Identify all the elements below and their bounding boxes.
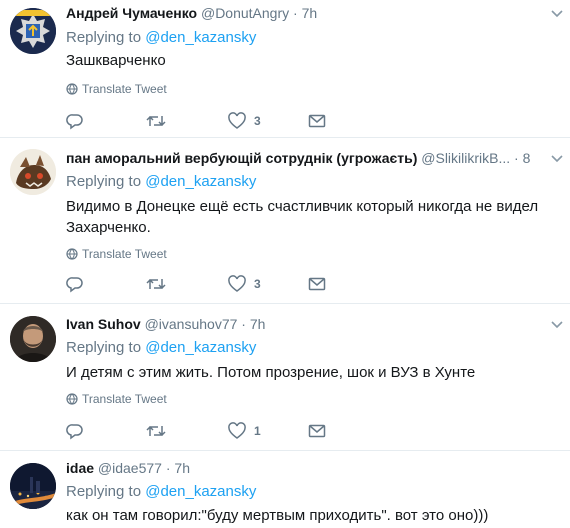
tweet[interactable]: Ivan Suhov @ivansuhov77 · 7h Replying to… bbox=[0, 304, 570, 451]
chevron-down-icon[interactable] bbox=[550, 319, 564, 329]
user-handle[interactable]: @idae577 bbox=[98, 460, 162, 476]
separator-dot: · bbox=[165, 460, 171, 476]
like-button[interactable]: 3 bbox=[228, 111, 261, 131]
avatar[interactable] bbox=[10, 8, 56, 54]
avatar[interactable] bbox=[10, 149, 56, 195]
user-handle[interactable]: @DonutAngry bbox=[201, 5, 289, 21]
translate-tweet-link[interactable]: Translate Tweet bbox=[66, 246, 167, 262]
display-name[interactable]: Ivan Suhov bbox=[66, 316, 141, 332]
replying-to: Replying to @den_kazansky bbox=[66, 338, 256, 358]
message-button[interactable] bbox=[308, 274, 326, 294]
retweet-icon bbox=[146, 278, 166, 290]
tweet-actions: 1 bbox=[66, 421, 426, 441]
mention-link[interactable]: @den_kazansky bbox=[145, 29, 256, 46]
tweet[interactable]: Андрей Чумаченко @DonutAngry · 7h Replyi… bbox=[0, 0, 570, 137]
translate-label: Translate Tweet bbox=[82, 82, 167, 96]
portrait-avatar-icon bbox=[10, 316, 56, 362]
timestamp[interactable]: 7h bbox=[174, 460, 190, 476]
display-name[interactable]: Андрей Чумаченко bbox=[66, 5, 197, 21]
separator-dot: · bbox=[241, 316, 246, 332]
envelope-icon bbox=[308, 277, 326, 291]
envelope-icon bbox=[308, 114, 326, 128]
tweet-text: Зашкварченко bbox=[66, 52, 166, 69]
tweet-text: И детям с этим жить. Потом прозрение, шо… bbox=[66, 364, 476, 381]
reply-button[interactable] bbox=[66, 274, 84, 294]
reply-button[interactable] bbox=[66, 111, 84, 131]
retweet-button[interactable] bbox=[146, 274, 166, 294]
city-night-avatar-icon bbox=[10, 463, 56, 509]
timestamp[interactable]: 7h bbox=[250, 316, 266, 332]
reply-icon bbox=[66, 277, 83, 293]
mention-link[interactable]: @den_kazansky bbox=[145, 483, 256, 500]
translate-label: Translate Tweet bbox=[82, 247, 167, 261]
like-button[interactable]: 1 bbox=[228, 421, 261, 441]
reply-button[interactable] bbox=[66, 421, 84, 441]
timestamp[interactable]: 8h bbox=[523, 150, 530, 166]
user-handle[interactable]: @SlikilikrikB... bbox=[421, 150, 510, 166]
replying-to: Replying to @den_kazansky bbox=[66, 28, 256, 48]
replying-to-label: Replying to bbox=[66, 483, 142, 500]
envelope-icon bbox=[308, 424, 326, 438]
replying-to: Replying to @den_kazansky bbox=[66, 482, 256, 502]
message-button[interactable] bbox=[308, 421, 326, 441]
globe-icon bbox=[66, 248, 78, 260]
user-handle[interactable]: @ivansuhov77 bbox=[145, 316, 238, 332]
chevron-down-icon[interactable] bbox=[550, 8, 564, 18]
tweet-text: как он там говорил:"буду мертвым приходи… bbox=[66, 507, 489, 524]
replying-to-label: Replying to bbox=[66, 29, 142, 46]
globe-icon bbox=[66, 83, 78, 95]
timestamp[interactable]: 7h bbox=[302, 5, 318, 21]
retweet-icon bbox=[146, 115, 166, 127]
retweet-button[interactable] bbox=[146, 421, 166, 441]
tweet-actions: 3 bbox=[66, 111, 426, 131]
heart-icon bbox=[228, 112, 246, 129]
like-count: 1 bbox=[254, 424, 261, 438]
translate-tweet-link[interactable]: Translate Tweet bbox=[66, 391, 167, 407]
like-count: 3 bbox=[254, 114, 261, 128]
avatar[interactable] bbox=[10, 316, 56, 362]
replying-to-label: Replying to bbox=[66, 173, 142, 190]
message-button[interactable] bbox=[308, 111, 326, 131]
avatar[interactable] bbox=[10, 463, 56, 509]
translate-tweet-link[interactable]: Translate Tweet bbox=[66, 81, 167, 97]
tweet[interactable]: idae @idae577 · 7h Replying to @den_kaza… bbox=[0, 451, 570, 528]
tweet-text: Видимо в Донецке ещё есть счастливчик ко… bbox=[66, 198, 539, 236]
separator-dot: · bbox=[514, 150, 519, 166]
reply-icon bbox=[66, 424, 83, 440]
retweet-icon bbox=[146, 425, 166, 437]
heart-icon bbox=[228, 422, 246, 439]
separator-dot: · bbox=[293, 5, 298, 21]
display-name[interactable]: idae bbox=[66, 460, 94, 476]
replying-to: Replying to @den_kazansky bbox=[66, 172, 256, 192]
like-button[interactable]: 3 bbox=[228, 274, 261, 294]
like-count: 3 bbox=[254, 277, 261, 291]
chevron-down-icon[interactable] bbox=[550, 153, 564, 163]
heart-icon bbox=[228, 275, 246, 292]
tweet-actions: 3 bbox=[66, 274, 426, 294]
display-name[interactable]: пан аморальний вербующій сотруднік (угро… bbox=[66, 150, 417, 166]
creature-avatar-icon bbox=[10, 149, 56, 195]
translate-label: Translate Tweet bbox=[82, 392, 167, 406]
mention-link[interactable]: @den_kazansky bbox=[145, 173, 256, 190]
tweet[interactable]: пан аморальний вербующій сотруднік (угро… bbox=[0, 138, 570, 295]
reply-icon bbox=[66, 114, 83, 130]
police-badge-icon bbox=[10, 8, 56, 54]
globe-icon bbox=[66, 393, 78, 405]
mention-link[interactable]: @den_kazansky bbox=[145, 339, 256, 356]
retweet-button[interactable] bbox=[146, 111, 166, 131]
replying-to-label: Replying to bbox=[66, 339, 142, 356]
